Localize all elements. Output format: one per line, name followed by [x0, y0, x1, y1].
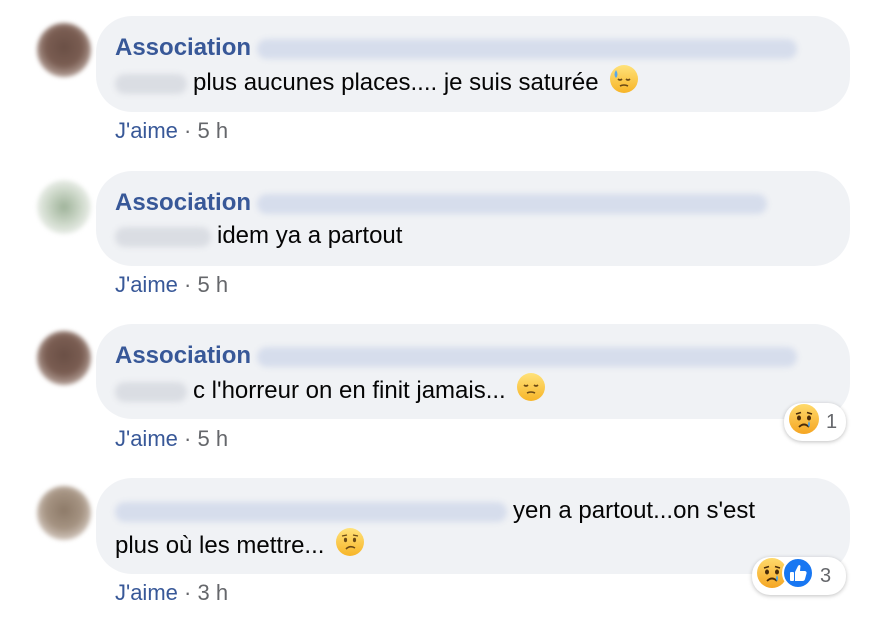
- comment-time[interactable]: 3 h: [197, 580, 228, 605]
- blurred-author-name: [257, 38, 798, 59]
- avatar[interactable]: [37, 23, 91, 77]
- like-link[interactable]: J'aime: [115, 426, 178, 451]
- comment-time[interactable]: 5 h: [197, 426, 228, 451]
- comment-bubble: Association c l'horreur on en finit jama…: [96, 324, 850, 419]
- avatar[interactable]: [37, 331, 91, 385]
- comment-text: c l'horreur on en finit jamais...: [193, 377, 506, 404]
- like-reaction-icon: [782, 557, 814, 595]
- reaction-count: 3: [820, 564, 832, 587]
- comment-meta: J'aime · 3 h: [115, 580, 228, 606]
- comment-time[interactable]: 5 h: [197, 272, 228, 297]
- pensive-emoji: [516, 372, 546, 411]
- reaction-count: 1: [826, 410, 838, 433]
- blurred-mention: [115, 381, 187, 402]
- comment-meta: J'aime · 5 h: [115, 272, 228, 298]
- blurred-author-name: [115, 501, 507, 522]
- comment-text-line: plus aucunes places.... je suis saturée: [115, 64, 830, 103]
- blurred-mention: [115, 226, 211, 247]
- sad-reaction-icon: [788, 403, 820, 441]
- comment-bubble: Association plus aucunes places.... je s…: [96, 16, 850, 112]
- downcast-sweat-emoji: [609, 64, 639, 103]
- meta-separator: ·: [184, 426, 192, 451]
- comment-text-line-1: yen a partout...on s'est: [115, 494, 830, 527]
- comment-author[interactable]: Association: [115, 342, 251, 369]
- meta-separator: ·: [184, 272, 192, 297]
- comment-text-line-2-text: plus où les mettre...: [115, 532, 325, 559]
- comment-author[interactable]: Association: [115, 189, 251, 216]
- comment-text-line-1-text: yen a partout...on s'est: [513, 497, 756, 524]
- meta-separator: ·: [184, 118, 192, 143]
- comment-time[interactable]: 5 h: [197, 118, 228, 143]
- comment-text-line-2: plus où les mettre...: [115, 527, 830, 566]
- comment-text: plus aucunes places.... je suis saturée: [193, 69, 599, 96]
- reaction-summary[interactable]: 1: [784, 403, 846, 441]
- blurred-author-name: [257, 346, 798, 367]
- comment-author-line: Association: [115, 187, 830, 219]
- worried-emoji: [335, 527, 365, 566]
- comment-author-line: Association: [115, 340, 830, 372]
- blurred-author-name: [257, 193, 768, 214]
- comment-bubble: Association idem ya a partout: [96, 171, 850, 266]
- blurred-mention: [115, 73, 187, 94]
- comment-author-line: Association: [115, 32, 830, 64]
- avatar[interactable]: [37, 486, 91, 540]
- comment-text-line: c l'horreur on en finit jamais...: [115, 372, 830, 411]
- comment-meta: J'aime · 5 h: [115, 426, 228, 452]
- comment-text-line: idem ya a partout: [115, 219, 830, 252]
- avatar[interactable]: [37, 180, 91, 234]
- comment-text: idem ya a partout: [217, 222, 403, 249]
- like-link[interactable]: J'aime: [115, 272, 178, 297]
- meta-separator: ·: [184, 580, 192, 605]
- like-link[interactable]: J'aime: [115, 118, 178, 143]
- comment-bubble: yen a partout...on s'est plus où les met…: [96, 478, 850, 574]
- reaction-summary[interactable]: 3: [752, 557, 846, 595]
- comment-author[interactable]: Association: [115, 34, 251, 61]
- comment-meta: J'aime · 5 h: [115, 118, 228, 144]
- like-link[interactable]: J'aime: [115, 580, 178, 605]
